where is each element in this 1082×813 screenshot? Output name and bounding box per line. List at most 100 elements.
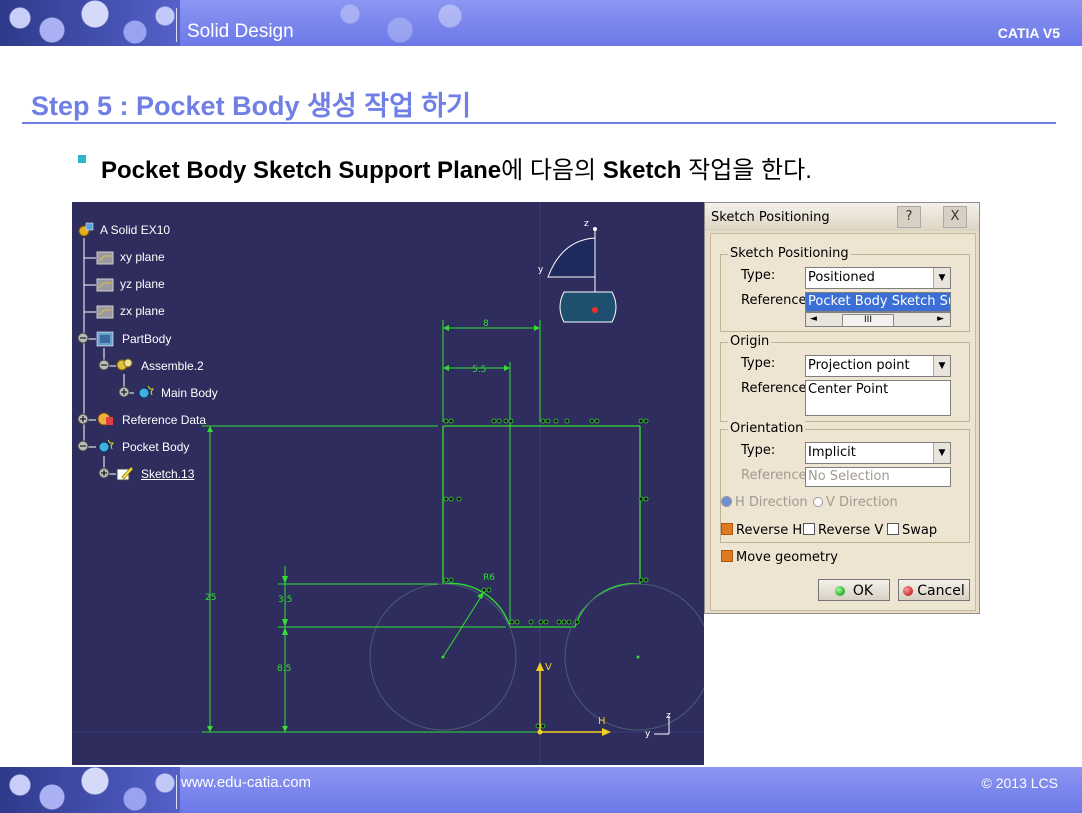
collapse-icon[interactable] (77, 440, 89, 452)
body-gear-icon[interactable] (136, 384, 154, 400)
swap-checkbox[interactable]: Swap (887, 523, 937, 538)
tree-root-label[interactable]: A Solid EX10 (100, 223, 170, 237)
bullet-end: 작업을 한다. (681, 157, 812, 184)
h-axis-label: H (598, 716, 606, 727)
dim-8-5: 8.5 (277, 664, 291, 674)
plane-icon[interactable] (96, 277, 114, 293)
plane-icon[interactable] (96, 304, 114, 320)
right-circle-center (636, 655, 640, 659)
v-axis-label: V (545, 662, 552, 673)
sketch-axes (539, 666, 607, 733)
g3-type-select[interactable]: Implicit ▼ (805, 442, 951, 464)
tree-item-zx-plane[interactable]: zx plane (120, 304, 165, 318)
g1-reference-label: Reference: (741, 293, 811, 308)
footer-bar: www.edu-catia.com © 2013 LCS (0, 767, 1082, 813)
cancel-icon (903, 586, 914, 596)
g3-reference-field[interactable]: No Selection (805, 467, 951, 487)
footer-separator (176, 775, 177, 809)
g2-type-value: Projection point (808, 358, 910, 373)
dim-r6: R6 (483, 573, 495, 583)
scroll-right-icon[interactable]: ► (937, 313, 944, 326)
h-direction-radio[interactable]: H Direction (721, 495, 808, 510)
tree-item-assemble[interactable]: Assemble.2 (141, 359, 204, 373)
cancel-button[interactable]: Cancel (898, 579, 970, 601)
slide-title: Step 5 : Pocket Body 생성 작업 하기 (31, 91, 472, 121)
tree-item-reference-data[interactable]: Reference Data (122, 413, 206, 427)
v-axis-arrow (536, 662, 544, 671)
dialog-body: Sketch Positioning Type: Positioned ▼ Ref… (710, 233, 976, 611)
h-direction-label: H Direction (735, 495, 808, 510)
scroll-thumb[interactable]: III (842, 314, 894, 326)
partbody-icon[interactable] (96, 331, 114, 347)
expand-icon[interactable] (118, 386, 130, 398)
group-sketch-positioning-title: Sketch Positioning (728, 246, 851, 261)
sketch-canvas[interactable]: z y 8 5.5 25 3.5 8.5 R6 H V z y (72, 202, 704, 765)
reverse-h-label: Reverse H (736, 523, 803, 538)
footer-url[interactable]: www.edu-catia.com (181, 774, 311, 791)
g1-type-label: Type: (741, 268, 776, 283)
reference-data-icon[interactable] (96, 411, 114, 427)
ok-button[interactable]: OK (818, 579, 890, 601)
dialog-title-bar[interactable]: Sketch Positioning ? X (705, 203, 979, 231)
g1-reference-field[interactable]: Pocket Body Sketch Su (805, 292, 951, 312)
g2-reference-field[interactable]: Center Point (805, 380, 951, 416)
tree-item-pocket-body[interactable]: Pocket Body (122, 440, 189, 454)
scroll-left-icon[interactable]: ◄ (810, 313, 817, 326)
g2-type-label: Type: (741, 356, 776, 371)
checkbox-icon (887, 523, 899, 535)
expand-icon[interactable] (77, 413, 89, 425)
reverse-h-checkbox[interactable]: Reverse H (721, 523, 802, 538)
collapse-icon[interactable] (77, 332, 89, 344)
reverse-v-checkbox[interactable]: Reverse V (803, 523, 883, 538)
dim-25: 25 (205, 593, 216, 603)
footer-decoration (0, 767, 180, 813)
v-direction-radio[interactable]: V Direction (813, 495, 898, 510)
header-bar: Solid Design CATIA V5 (0, 0, 1082, 46)
triad-z-label: z (666, 711, 671, 721)
g3-type-value: Implicit (808, 445, 856, 460)
g1-type-select[interactable]: Positioned ▼ (805, 267, 951, 289)
g2-reference-label: Reference: (741, 381, 811, 396)
g1-reference-scrollbar[interactable]: ◄ III ► (805, 312, 951, 327)
checkbox-checked-icon (721, 550, 733, 562)
bullet-bold-sketch: Sketch (602, 157, 682, 184)
bullet-marker (78, 155, 86, 163)
g2-type-select[interactable]: Projection point ▼ (805, 355, 951, 377)
plane-icon[interactable] (96, 250, 114, 266)
tree-item-main-body[interactable]: Main Body (161, 386, 218, 400)
sketch-icon[interactable] (116, 465, 134, 481)
expand-icon[interactable] (98, 467, 110, 479)
dropdown-arrow-icon[interactable]: ▼ (933, 443, 950, 463)
header-decoration-bubbles (330, 0, 490, 46)
checkbox-icon (803, 523, 815, 535)
dropdown-arrow-icon[interactable]: ▼ (933, 356, 950, 376)
sketch-origin (537, 729, 543, 735)
header-decoration (0, 0, 180, 46)
bullet-text: Pocket Body Sketch Support Plane에 다음의 Sk… (101, 150, 812, 185)
radio-off-icon (813, 497, 823, 507)
assemble-icon[interactable] (116, 357, 134, 373)
bullet-mid: 에 다음의 (501, 157, 603, 184)
tree-item-sketch-13[interactable]: Sketch.13 (141, 467, 194, 481)
help-button[interactable]: ? (897, 206, 921, 228)
g3-reference-label: Reference: (741, 468, 811, 483)
sketch-profile[interactable] (442, 425, 641, 628)
dropdown-arrow-icon[interactable]: ▼ (933, 268, 950, 288)
header-separator (176, 8, 177, 42)
v-direction-label: V Direction (826, 495, 898, 510)
compass-widget[interactable] (547, 227, 617, 323)
tree-item-xy-plane[interactable]: xy plane (120, 250, 165, 264)
part-gear-icon[interactable] (76, 222, 94, 238)
tree-item-partbody[interactable]: PartBody (122, 332, 171, 346)
move-geometry-checkbox[interactable]: Move geometry (721, 550, 838, 565)
bullet-bold-plane: Pocket Body Sketch Support Plane (101, 157, 502, 184)
constraint-markers (443, 418, 649, 729)
catia-viewport[interactable]: z y 8 5.5 25 3.5 8.5 R6 H V z y A Solid … (72, 202, 704, 765)
move-geometry-label: Move geometry (736, 550, 838, 565)
collapse-icon[interactable] (98, 359, 110, 371)
close-button[interactable]: X (943, 206, 967, 228)
swap-label: Swap (902, 523, 938, 538)
compass-z-label: z (584, 219, 589, 229)
body-gear-icon[interactable] (96, 438, 114, 454)
tree-item-yz-plane[interactable]: yz plane (120, 277, 165, 291)
